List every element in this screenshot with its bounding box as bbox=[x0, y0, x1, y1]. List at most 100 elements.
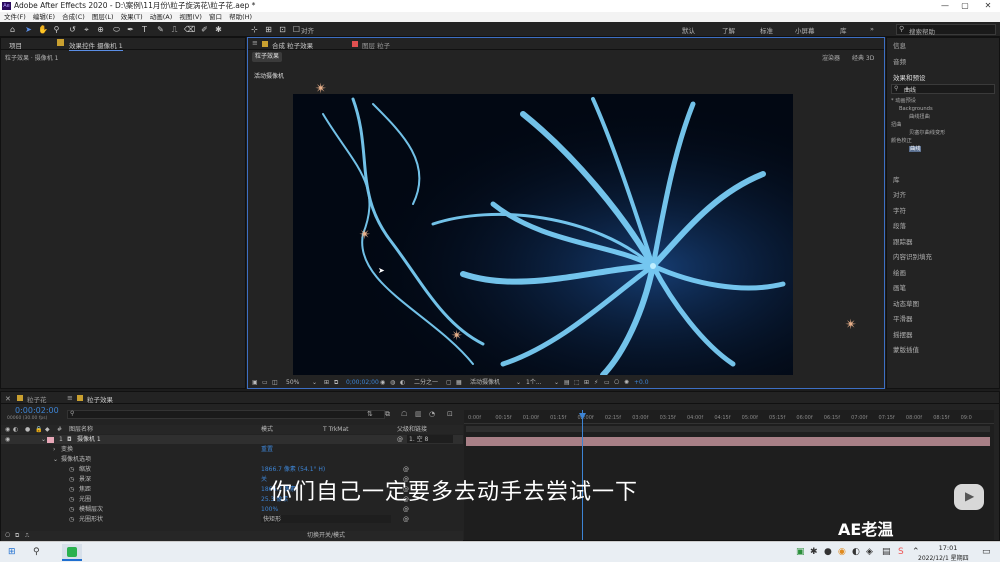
parent-select[interactable]: 1. 空 8 bbox=[407, 435, 453, 443]
workspace-more-icon[interactable]: » bbox=[870, 25, 874, 33]
brushes-panel[interactable]: 画笔 bbox=[893, 282, 906, 292]
menu-composition[interactable]: 合成(C) bbox=[62, 13, 85, 21]
workspace-standard[interactable]: 标准 bbox=[760, 25, 773, 35]
world-axis-icon[interactable]: ⊞ bbox=[264, 25, 273, 34]
region-icon[interactable]: ▢ bbox=[446, 378, 452, 388]
pickwhip-icon[interactable]: @ bbox=[397, 435, 403, 444]
visibility-icon[interactable]: ◉ bbox=[5, 435, 10, 444]
monitor-icon[interactable]: ▭ bbox=[262, 378, 268, 388]
content-aware-fill-panel[interactable]: 内容识别填充 bbox=[893, 251, 932, 261]
toggle-switches-icon[interactable]: ⎔ bbox=[5, 531, 10, 541]
frame-blending-icon[interactable]: ▥ bbox=[415, 410, 422, 418]
network-icon[interactable]: ▤ bbox=[882, 547, 891, 557]
effects-presets-panel[interactable]: 效果和预设 bbox=[893, 72, 926, 82]
workspace-default[interactable]: 默认 bbox=[682, 25, 695, 35]
menu-animation[interactable]: 动画(A) bbox=[150, 13, 173, 21]
grid-icon[interactable]: ⊞ bbox=[584, 378, 589, 388]
timeline-timecode[interactable]: 0:00:02:00 bbox=[15, 406, 59, 415]
layer-row[interactable]: ◉ ⌄ 1 ◘ 摄像机 1 @ 1. 空 8 bbox=[1, 435, 463, 444]
tab-timeline-2[interactable]: 粒子效果 bbox=[87, 394, 113, 404]
fast-preview-icon[interactable]: ⚡ bbox=[594, 378, 598, 388]
workspace-learn[interactable]: 了解 bbox=[722, 25, 735, 35]
stopwatch-icon[interactable]: ◷ bbox=[69, 495, 74, 504]
prop-row[interactable]: ◷ 模糊层次 100% @ bbox=[1, 505, 463, 514]
tree-item-selected[interactable]: 曲线 bbox=[909, 146, 922, 152]
hand-tool-icon[interactable]: ✋ bbox=[38, 25, 48, 34]
chevron-down-icon[interactable]: ⌄ bbox=[312, 378, 317, 388]
exposure-value[interactable]: +0.0 bbox=[634, 378, 649, 388]
tab-timeline-1[interactable]: 粒子花 bbox=[27, 394, 47, 404]
layout-icon[interactable]: ▤ bbox=[564, 378, 570, 388]
search-icon[interactable]: ⚲ bbox=[33, 547, 40, 557]
current-time-display[interactable]: 0;00;02;00 bbox=[346, 378, 379, 388]
menu-help[interactable]: 帮助(H) bbox=[229, 13, 252, 21]
renderer-value[interactable]: 经典 3D bbox=[852, 53, 874, 62]
character-panel[interactable]: 字符 bbox=[893, 205, 906, 215]
tray-app-icon[interactable]: ◉ bbox=[838, 547, 846, 557]
mask-interpolation-panel[interactable]: 蒙版插值 bbox=[893, 344, 919, 354]
effects-search-field[interactable]: ⚲ 曲线 bbox=[891, 84, 995, 94]
rotate-tool-icon[interactable]: ↺ bbox=[68, 25, 77, 34]
tab-layer[interactable]: 图层 粒子 bbox=[362, 40, 390, 50]
pen-tool-icon[interactable]: ✒ bbox=[126, 25, 135, 34]
prop-row[interactable]: › 变换 重置 bbox=[1, 445, 463, 454]
menu-layer[interactable]: 图层(L) bbox=[92, 13, 114, 21]
smoother-panel[interactable]: 平滑器 bbox=[893, 313, 913, 323]
tab-project[interactable]: 项目 bbox=[9, 40, 22, 50]
reset-link[interactable]: 重置 bbox=[261, 445, 273, 454]
audio-panel[interactable]: 音频 bbox=[893, 56, 906, 66]
panel-menu-icon[interactable]: ≡ bbox=[67, 394, 73, 402]
chevron-right-icon[interactable]: › bbox=[53, 445, 55, 454]
prop-value[interactable]: 100% bbox=[261, 505, 278, 514]
shape-tool-icon[interactable]: ⬭ bbox=[112, 25, 121, 34]
toggle-modes-icon[interactable]: ⧉ bbox=[15, 531, 19, 541]
views-select[interactable]: 1个... bbox=[526, 378, 542, 388]
flowchart-icon[interactable]: ⎔ bbox=[614, 378, 619, 388]
stopwatch-icon[interactable]: ◷ bbox=[69, 515, 74, 524]
chevron-down-icon[interactable]: ⌄ bbox=[41, 435, 46, 444]
tree-item[interactable]: 贝塞尔曲线变形 bbox=[891, 129, 945, 137]
help-search-box[interactable]: ⚲ 搜索帮助 bbox=[896, 24, 996, 36]
clone-tool-icon[interactable]: ⎍ bbox=[170, 25, 179, 34]
snapshot-icon[interactable]: ▣ bbox=[252, 378, 258, 388]
pan-tool-icon[interactable]: ⊕ bbox=[96, 25, 105, 34]
label-color-icon[interactable] bbox=[47, 437, 54, 443]
pickwhip-icon[interactable]: @ bbox=[403, 465, 409, 474]
iris-shape-select[interactable]: 快矩形 bbox=[261, 515, 391, 523]
brush-tool-icon[interactable]: ✎ bbox=[156, 25, 165, 34]
prop-value[interactable]: 关 bbox=[261, 475, 267, 484]
menu-effect[interactable]: 效果(T) bbox=[121, 13, 143, 21]
tracker-panel[interactable]: 跟踪器 bbox=[893, 236, 913, 246]
minimize-button[interactable]: — bbox=[935, 0, 955, 12]
info-panel[interactable]: 信息 bbox=[893, 40, 906, 50]
view-axis-icon[interactable]: ⊡ bbox=[278, 25, 287, 34]
input-method-icon[interactable]: S bbox=[898, 547, 904, 557]
workspace-library[interactable]: 库 bbox=[840, 25, 847, 35]
zoom-tool-icon[interactable]: ⚲ bbox=[52, 25, 61, 34]
tree-item[interactable]: 扭曲 bbox=[891, 121, 945, 129]
close-button[interactable]: ✕ bbox=[978, 0, 998, 12]
paragraph-panel[interactable]: 段落 bbox=[893, 220, 906, 230]
safe-area-icon[interactable]: ⧉ bbox=[334, 378, 338, 388]
prop-row[interactable]: ◷ 缩放 1866.7 像素 (54.1° H) @ bbox=[1, 465, 463, 474]
resolution-select[interactable]: 二分之一 bbox=[414, 378, 438, 388]
zoom-select[interactable]: 50% bbox=[286, 378, 299, 388]
text-tool-icon[interactable]: T bbox=[140, 25, 149, 34]
switch-modes-button[interactable]: 切换开关/模式 bbox=[307, 531, 345, 541]
eraser-tool-icon[interactable]: ⌫ bbox=[184, 25, 195, 34]
tray-app-icon[interactable]: ▣ bbox=[796, 547, 805, 557]
stopwatch-icon[interactable]: ◷ bbox=[69, 485, 74, 494]
prop-row[interactable]: ◷ 光圈形状 快矩形 @ bbox=[1, 515, 463, 524]
graph-editor-icon[interactable]: ⊡ bbox=[447, 410, 453, 418]
lock-icon[interactable] bbox=[57, 39, 64, 46]
stopwatch-icon[interactable]: ◷ bbox=[69, 465, 74, 474]
selection-tool-icon[interactable]: ➤ bbox=[24, 25, 33, 34]
tree-item[interactable]: Backgrounds bbox=[891, 105, 945, 113]
windows-start-icon[interactable]: ⊞ bbox=[8, 547, 16, 557]
camera-select[interactable]: 活动摄像机 bbox=[470, 378, 500, 388]
puppet-tool-icon[interactable]: ✱ bbox=[214, 25, 223, 34]
toggle-duration-icon[interactable]: ⎍ bbox=[25, 531, 29, 541]
tree-item[interactable]: 颜色校正 bbox=[891, 137, 945, 145]
tray-app-icon[interactable]: ◐ bbox=[852, 547, 860, 557]
camera-snapshot-icon[interactable]: ◉ bbox=[380, 378, 385, 388]
